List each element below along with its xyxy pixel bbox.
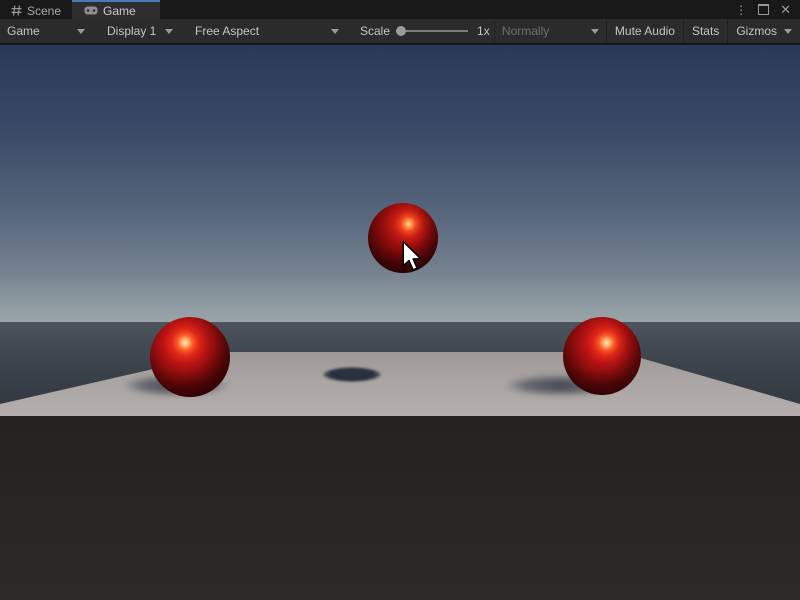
mute-audio-button[interactable]: Mute Audio	[606, 19, 683, 43]
scale-slider[interactable]	[396, 26, 468, 36]
tab-scene-label: Scene	[27, 4, 61, 18]
aspect-ratio-dropdown[interactable]: Free Aspect	[188, 19, 346, 43]
display-dropdown[interactable]: Display 1	[100, 19, 180, 43]
red-sphere-left	[150, 317, 230, 397]
gamepad-icon	[84, 6, 98, 15]
scale-value: 1x	[477, 24, 490, 38]
render-target-label: Game	[7, 24, 40, 38]
tab-scene[interactable]: Scene	[0, 0, 72, 19]
chevron-down-icon	[591, 29, 599, 34]
chevron-down-icon	[784, 29, 792, 34]
scale-control: Scale 1x	[360, 24, 490, 38]
chevron-down-icon	[331, 29, 339, 34]
scale-slider-track[interactable]	[396, 30, 468, 32]
aspect-ratio-label: Free Aspect	[195, 24, 259, 38]
tab-game-label: Game	[103, 4, 136, 18]
window-controls: ⋮ ✕	[735, 0, 800, 19]
unity-game-window: Scene Game ⋮ ✕ Game Display 1	[0, 0, 800, 600]
game-view-toolbar: Game Display 1 Free Aspect Scale 1x Norm…	[0, 19, 800, 44]
mute-audio-label: Mute Audio	[615, 24, 675, 38]
chevron-down-icon	[165, 29, 173, 34]
sky-gradient	[0, 45, 800, 322]
mouse-cursor-icon	[402, 241, 424, 277]
tab-game[interactable]: Game	[72, 0, 160, 19]
stats-button[interactable]: Stats	[683, 19, 727, 43]
close-window-icon[interactable]: ✕	[780, 3, 791, 16]
render-target-dropdown[interactable]: Game	[0, 19, 92, 43]
maximize-window-icon[interactable]	[758, 4, 769, 15]
dark-foreground-ground	[0, 416, 800, 600]
grid-icon	[11, 5, 22, 16]
red-sphere-right	[563, 317, 641, 395]
gizmos-dropdown-button[interactable]: Gizmos	[727, 19, 800, 43]
gizmos-label: Gizmos	[736, 24, 777, 38]
play-mode-label: Normally	[502, 24, 549, 38]
scale-slider-thumb[interactable]	[396, 26, 406, 36]
scale-label: Scale	[360, 24, 390, 38]
tab-bar: Scene Game ⋮ ✕	[0, 0, 800, 19]
display-label: Display 1	[107, 24, 156, 38]
stats-label: Stats	[692, 24, 719, 38]
chevron-down-icon	[77, 29, 85, 34]
more-options-icon[interactable]: ⋮	[735, 4, 747, 16]
shadow-floating-sphere	[323, 367, 381, 382]
play-mode-dropdown[interactable]: Normally	[494, 19, 606, 43]
game-render-viewport[interactable]	[0, 45, 800, 600]
